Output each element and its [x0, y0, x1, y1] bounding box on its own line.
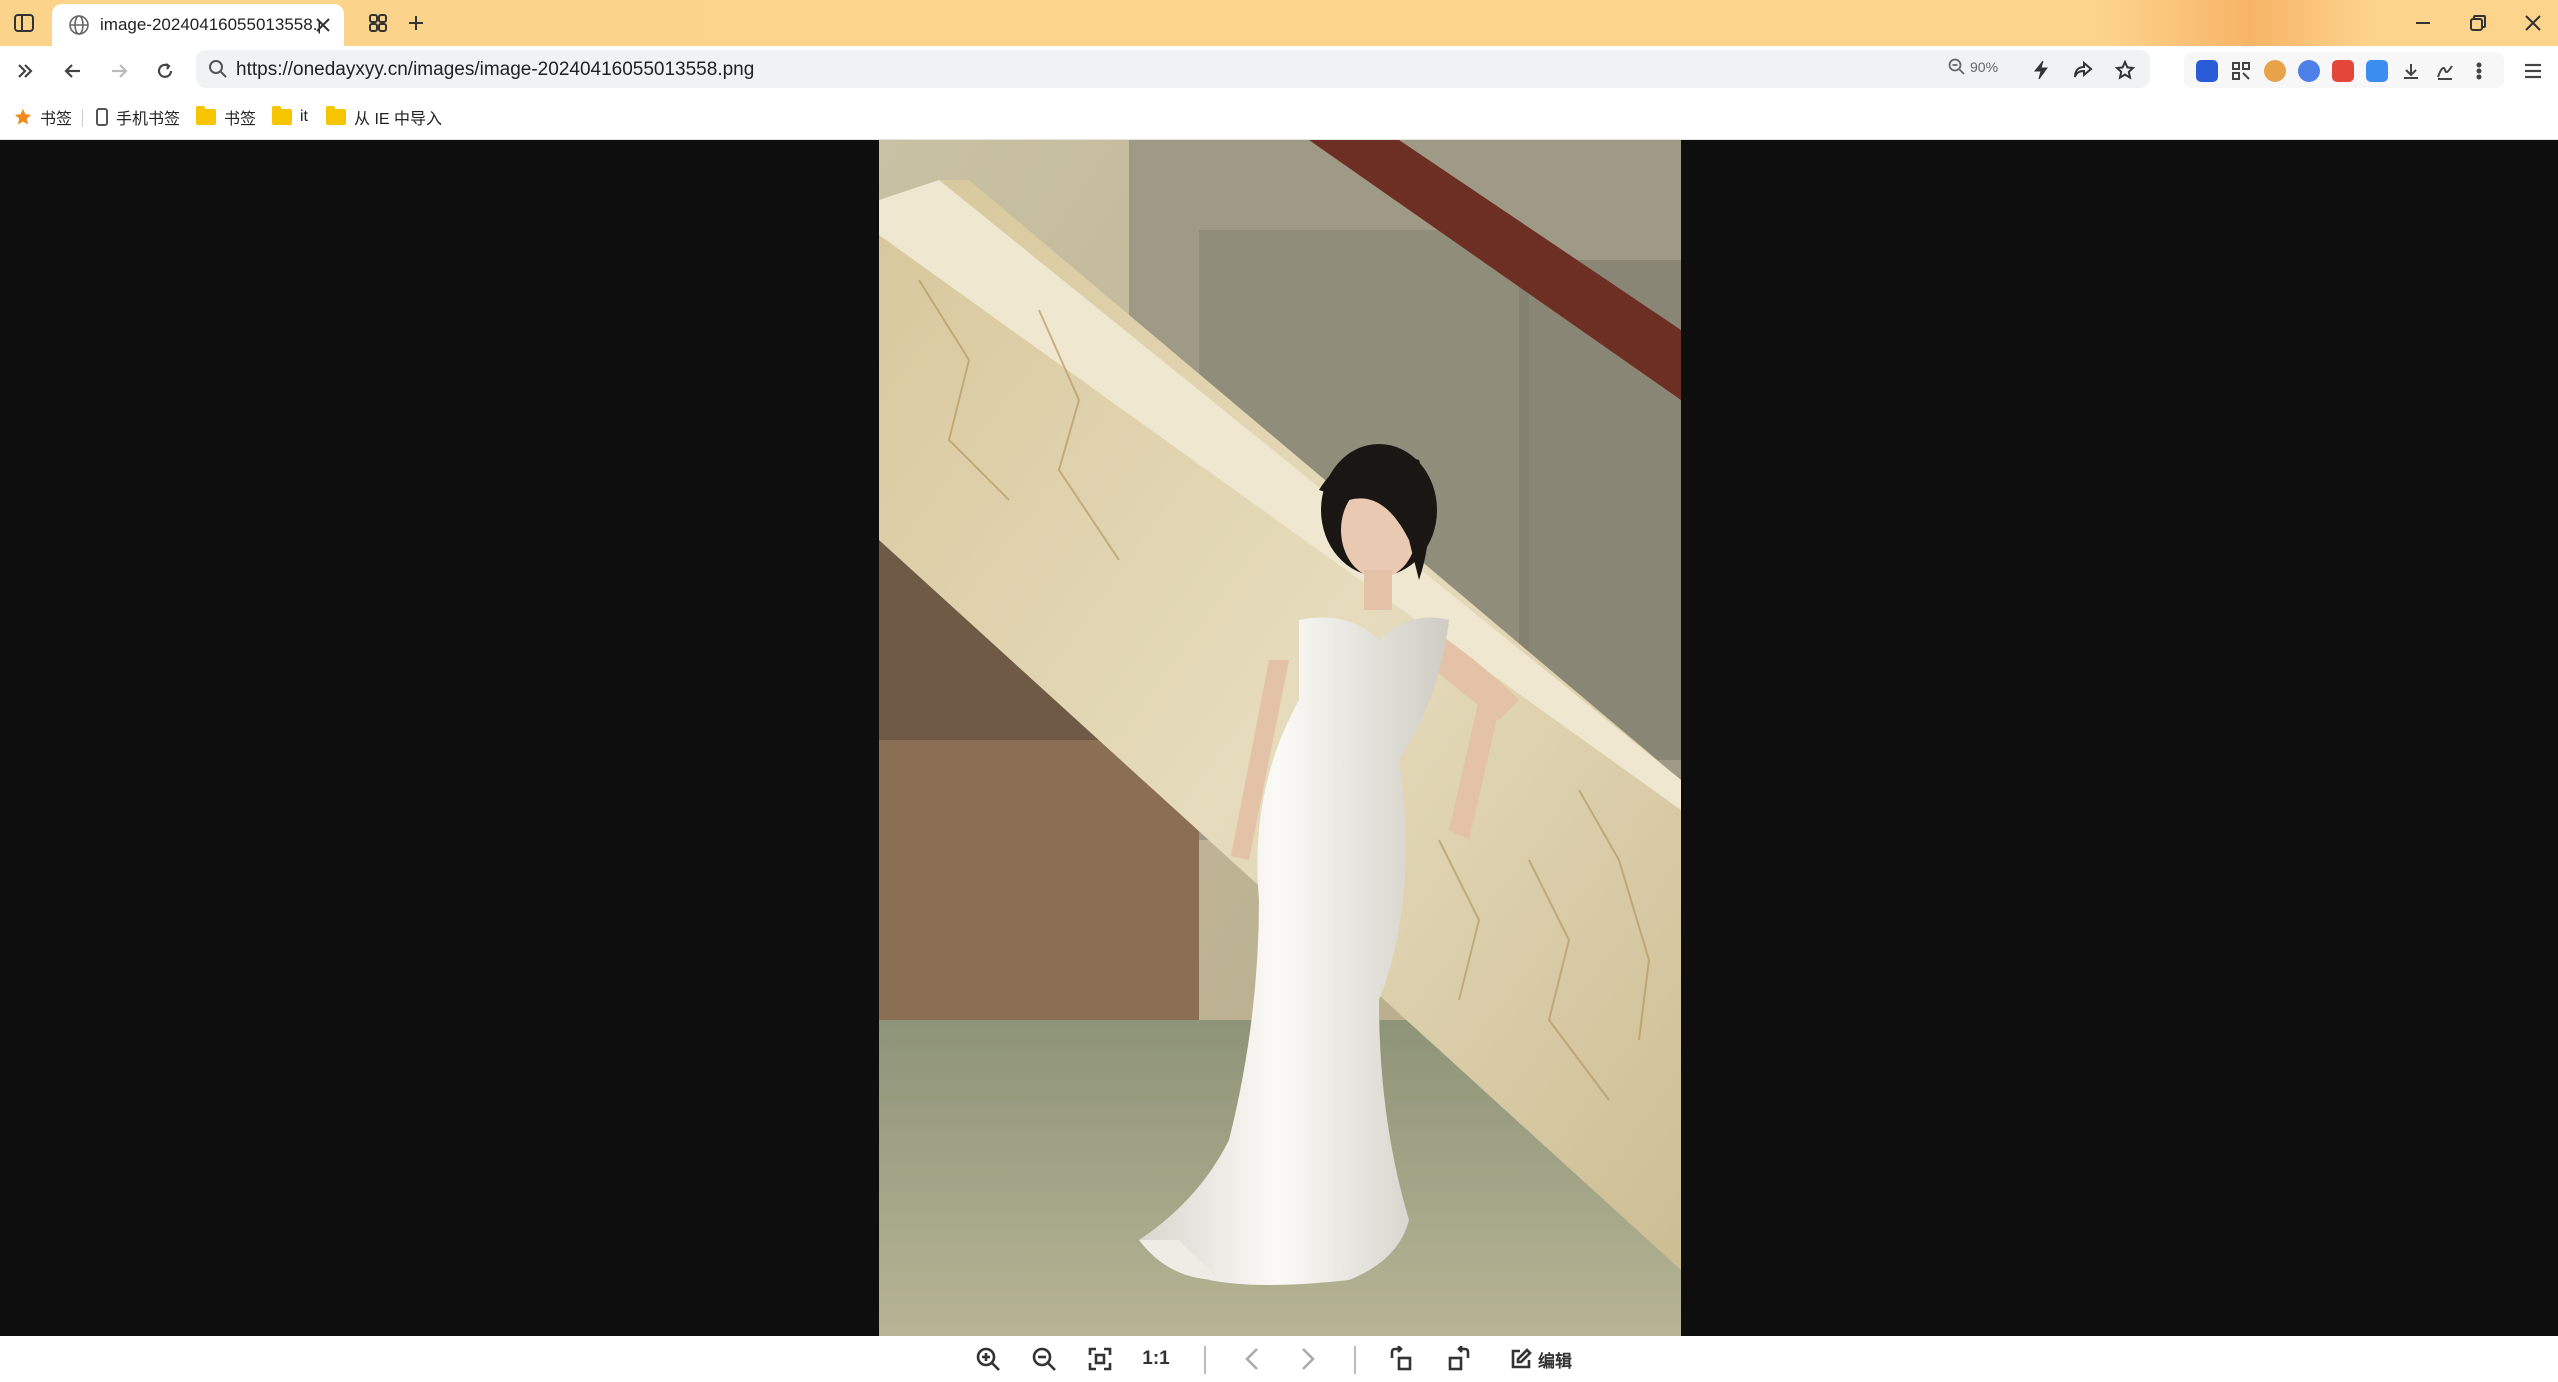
edit-icon [1511, 1348, 1532, 1369]
actual-size-label: 1:1 [1142, 1348, 1170, 1369]
zoom-level: 90% [1970, 59, 1999, 75]
bookmark-folder[interactable]: 书签 [196, 106, 256, 128]
more-vertical-icon[interactable] [2468, 60, 2490, 82]
download-icon[interactable] [2400, 60, 2422, 82]
lightning-icon[interactable] [2028, 57, 2054, 83]
close-window-icon[interactable] [2510, 6, 2556, 40]
bookmark-label: 手机书签 [116, 111, 181, 128]
image-viewer [0, 140, 2558, 1336]
zoom-out-icon[interactable] [1028, 1344, 1060, 1374]
photo-illustration [879, 140, 1681, 1336]
forward-button[interactable] [102, 54, 136, 88]
viewer-toolbar: 1:1 编辑 [0, 1336, 2558, 1382]
tab-strip: image-20240416055013558.png [0, 0, 2558, 46]
minimize-icon[interactable] [2400, 6, 2446, 40]
pdf-extension-icon[interactable] [2332, 60, 2354, 82]
signature-icon[interactable] [2434, 60, 2456, 82]
bookmark-label: 书签 [40, 111, 73, 128]
bookmark-label: it [300, 108, 308, 125]
qr-code-icon[interactable] [2230, 60, 2252, 82]
star-icon [14, 108, 32, 125]
search-icon [209, 60, 227, 78]
cookie-extension-icon[interactable] [2264, 60, 2286, 82]
close-tab-icon[interactable] [314, 16, 332, 34]
fit-to-screen-icon[interactable] [1084, 1344, 1116, 1374]
sidebar-toggle-icon[interactable] [8, 8, 40, 38]
address-bar[interactable]: https://onedayxyy.cn/images/image-202404… [196, 50, 2150, 88]
extensions-area [2184, 52, 2504, 88]
bookmark-item[interactable]: 手机书签 [96, 106, 180, 128]
rotate-right-icon[interactable] [1442, 1344, 1474, 1374]
bookmark-item[interactable]: 书签 [14, 106, 72, 128]
restore-icon[interactable] [2455, 6, 2501, 40]
bookmark-folder[interactable]: 从 IE 中导入 [326, 106, 442, 128]
bookmark-label: 从 IE 中导入 [354, 111, 443, 128]
edit-label: 编辑 [1538, 1351, 1572, 1371]
rotate-left-icon[interactable] [1386, 1344, 1418, 1374]
folder-icon [196, 106, 216, 125]
bird-extension-icon[interactable] [2298, 60, 2320, 82]
url-text[interactable]: https://onedayxyy.cn/images/image-202404… [236, 59, 754, 81]
back-button[interactable] [56, 54, 90, 88]
favorite-star-icon[interactable] [2112, 57, 2138, 83]
actual-size-button[interactable]: 1:1 [1136, 1344, 1176, 1374]
tab-title: image-20240416055013558.png [100, 15, 320, 34]
zoom-indicator[interactable]: 90% [1948, 58, 1998, 76]
edit-button[interactable]: 编辑 [1506, 1344, 1576, 1374]
bookmark-folder[interactable]: it [272, 106, 308, 128]
bookmarks-bar: 书签 手机书签 书签 it 从 IE 中导入 [0, 94, 2558, 140]
zoom-out-icon [1948, 58, 1965, 75]
toolbar-divider [1354, 1346, 1356, 1374]
tab-groups-icon[interactable] [362, 8, 394, 38]
bookmark-label: 书签 [224, 111, 257, 128]
active-tab[interactable]: image-20240416055013558.png [52, 4, 344, 46]
previous-image-icon[interactable] [1236, 1344, 1268, 1374]
toolbar-divider [1204, 1346, 1206, 1374]
displayed-photo[interactable] [879, 140, 1681, 1336]
bookmark-divider [82, 109, 83, 127]
folder-icon [326, 106, 346, 125]
navigation-toolbar: https://onedayxyy.cn/images/image-202404… [0, 46, 2558, 94]
phone-icon [96, 108, 108, 126]
reload-button[interactable] [148, 54, 182, 88]
expand-sidebar-icon[interactable] [8, 54, 42, 88]
share-icon[interactable] [2070, 57, 2096, 83]
globe-icon [69, 15, 89, 35]
main-menu-icon[interactable] [2516, 54, 2550, 88]
folder-icon [272, 106, 292, 125]
translate-extension-icon[interactable] [2196, 60, 2218, 82]
next-image-icon[interactable] [1292, 1344, 1324, 1374]
new-tab-icon[interactable] [400, 8, 432, 38]
screenshot-extension-icon[interactable] [2366, 60, 2388, 82]
zoom-in-icon[interactable] [972, 1344, 1004, 1374]
